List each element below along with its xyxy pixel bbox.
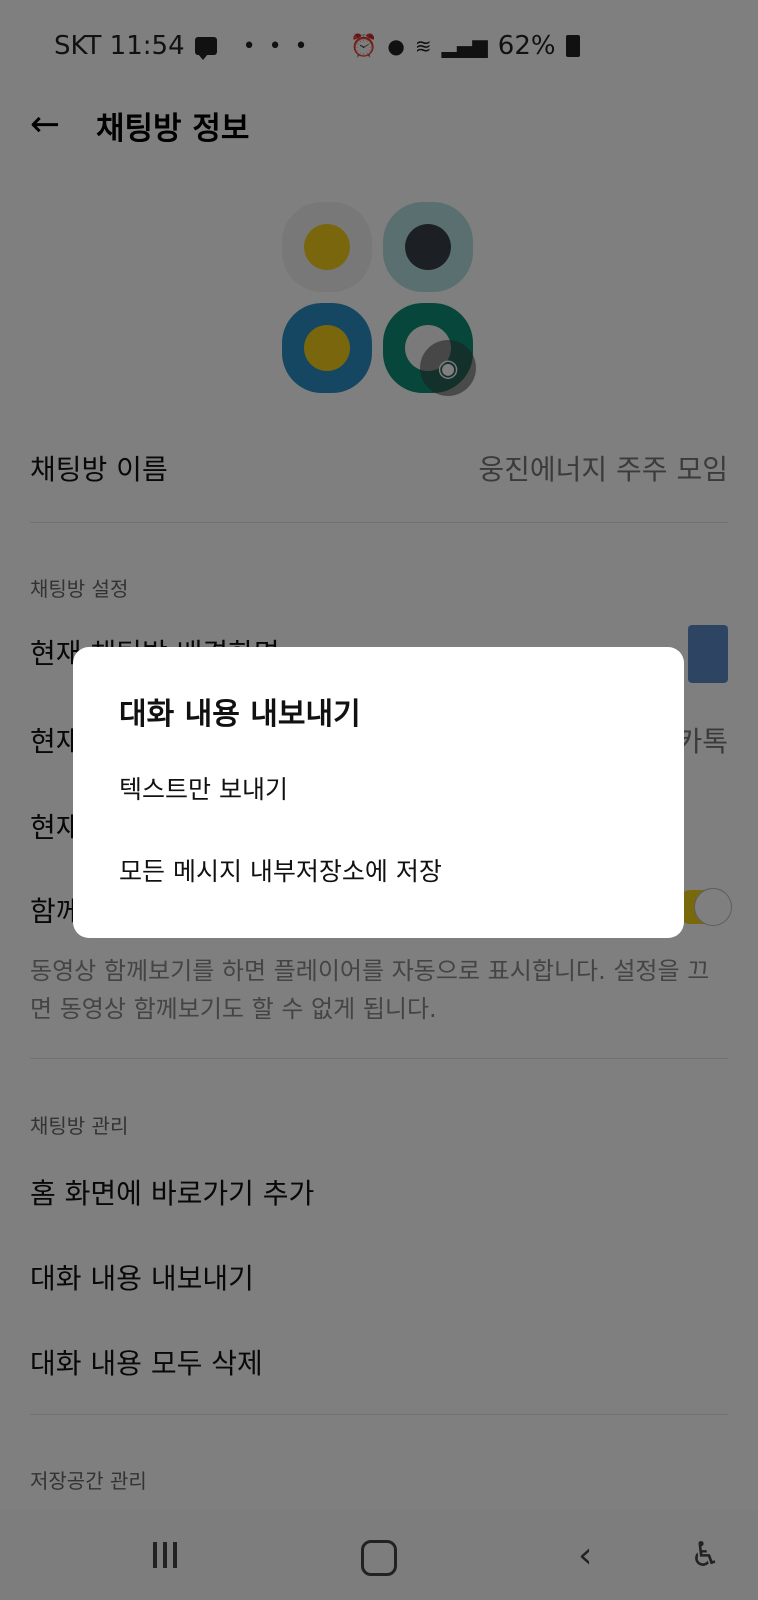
system-nav-bar: ‹ ♿ <box>0 1510 758 1600</box>
accessibility-icon[interactable]: ♿ <box>690 1532 720 1578</box>
recent-apps-icon[interactable] <box>148 1532 182 1578</box>
save-all-messages-option[interactable]: 모든 메시지 내부저장소에 저장 <box>119 852 442 888</box>
export-text-only-option[interactable]: 텍스트만 보내기 <box>119 770 288 806</box>
export-chat-dialog: 대화 내용 내보내기 텍스트만 보내기 모든 메시지 내부저장소에 저장 <box>73 647 684 938</box>
dialog-title: 대화 내용 내보내기 <box>119 697 361 732</box>
back-icon[interactable]: ‹ <box>578 1532 592 1578</box>
home-icon[interactable] <box>361 1540 397 1576</box>
